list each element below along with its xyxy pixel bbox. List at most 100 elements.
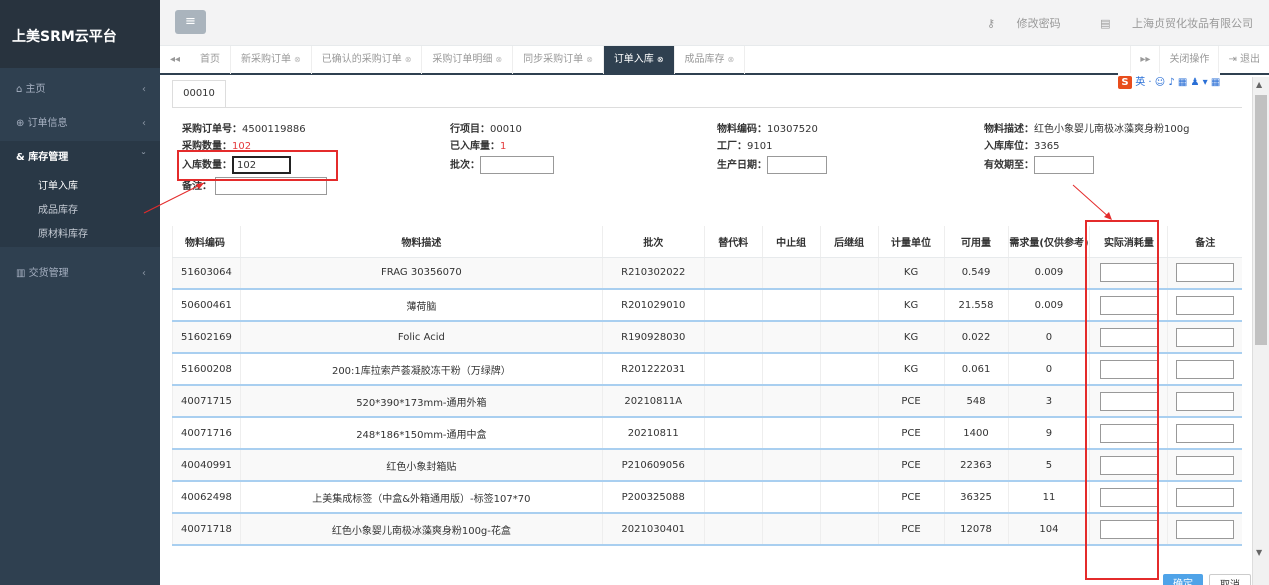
tab-right-controls: ▸▸ 关闭操作 ⇥ 退出 bbox=[1130, 46, 1269, 74]
table-cell: 0 bbox=[1007, 321, 1090, 354]
card-icon: ▤ bbox=[1100, 17, 1114, 30]
close-icon[interactable]: ⊗ bbox=[728, 55, 735, 64]
chevron-left-icon: ‹ bbox=[142, 268, 146, 279]
table-cell: 51602169 bbox=[172, 321, 241, 354]
close-icon[interactable]: ⊗ bbox=[586, 55, 593, 64]
col-remark: 备注 bbox=[1167, 226, 1242, 258]
table-cell: 20210811A bbox=[601, 385, 705, 418]
table-cell: 0.009 bbox=[1007, 289, 1090, 322]
batch-input[interactable] bbox=[480, 156, 554, 174]
table-row: 50600461 薄荷脑 R201029010 KG 21.558 0.009 bbox=[172, 289, 1242, 322]
table-row: 51603064 FRAG 30356070 R210302022 KG 0.549 0.… bbox=[172, 257, 1242, 290]
chevron-down-icon: ˇ bbox=[141, 152, 146, 163]
tab-new-po[interactable]: 新采购订单 ⊗ bbox=[231, 46, 312, 74]
scrollbar-thumb[interactable] bbox=[1255, 95, 1267, 345]
row-remark-input[interactable] bbox=[1176, 423, 1235, 443]
table-row: 40071718 红色小象婴儿南极冰藻爽身粉100g-花盒 2021030401 PC… bbox=[172, 513, 1242, 546]
content-scrollbar[interactable]: ▲ ▼ bbox=[1252, 77, 1269, 585]
confirm-button[interactable]: 确定 bbox=[1163, 574, 1203, 585]
row-remark-input[interactable] bbox=[1176, 327, 1235, 347]
table-cell: PCE bbox=[877, 513, 945, 546]
menu-toggle-button[interactable]: ≡ bbox=[175, 10, 206, 34]
table-cell: 200:1库拉索芦荟凝胶冻干粉（万绿牌） bbox=[239, 353, 603, 386]
table-cell: P210609056 bbox=[601, 449, 705, 482]
table-cell bbox=[1167, 513, 1242, 546]
tab-scroll-left-button[interactable]: ◂◂ bbox=[170, 54, 180, 65]
highlight-box-actual-consumption bbox=[1085, 220, 1159, 580]
col-stop-group: 中止组 bbox=[761, 226, 821, 258]
table-cell bbox=[1167, 321, 1242, 354]
scroll-down-icon[interactable]: ▼ bbox=[1256, 548, 1262, 557]
close-icon[interactable]: ⊗ bbox=[657, 55, 664, 64]
table-cell bbox=[1167, 257, 1242, 290]
table-cell: 9 bbox=[1007, 417, 1090, 450]
chart-icon: ▥ bbox=[16, 268, 29, 279]
sidebar-subitem-raw-stock[interactable]: 原材料库存 bbox=[0, 223, 160, 247]
table-row: 51600208 200:1库拉索芦荟凝胶冻干粉（万绿牌） R201222031 KG… bbox=[172, 353, 1242, 386]
table-cell bbox=[703, 513, 763, 546]
table-cell bbox=[819, 449, 879, 482]
plant-field: 工厂：9101 bbox=[717, 141, 773, 152]
sidebar-item-inventory[interactable]: & 库存管理 ˇ bbox=[0, 141, 160, 175]
row-remark-input[interactable] bbox=[1176, 455, 1235, 475]
tab-sync-po[interactable]: 同步采购订单 ⊗ bbox=[513, 46, 604, 74]
table-cell: 51603064 bbox=[172, 257, 241, 290]
change-password-link[interactable]: ⚷ 修改密码 bbox=[969, 17, 1061, 30]
table-cell: 548 bbox=[943, 385, 1008, 418]
sidebar-subitem-order-inbound[interactable]: 订单入库 bbox=[0, 175, 160, 199]
production-date-input[interactable] bbox=[767, 156, 827, 174]
table-cell bbox=[819, 385, 879, 418]
table-cell bbox=[819, 481, 879, 514]
sidebar-item-home[interactable]: ⌂ 主页 ‹ bbox=[0, 73, 160, 107]
table-cell bbox=[1167, 481, 1242, 514]
material-code-field: 物料编码：10307520 bbox=[717, 124, 818, 135]
line-item-tab[interactable]: 00010 bbox=[172, 80, 226, 108]
close-icon[interactable]: ⊗ bbox=[405, 55, 412, 64]
sogou-icon: S bbox=[1118, 76, 1132, 89]
close-operations-button[interactable]: 关闭操作 bbox=[1159, 46, 1218, 74]
close-icon[interactable]: ⊗ bbox=[294, 55, 301, 64]
sidebar-item-delivery[interactable]: ▥ 交货管理 ‹ bbox=[0, 257, 160, 291]
tab-po-details[interactable]: 采购订单明细 ⊗ bbox=[422, 46, 514, 74]
row-remark-input[interactable] bbox=[1176, 263, 1235, 283]
table-cell: 104 bbox=[1007, 513, 1090, 546]
logout-button[interactable]: ⇥ 退出 bbox=[1218, 46, 1269, 74]
row-remark-input[interactable] bbox=[1176, 359, 1235, 379]
table-cell: Folic Acid bbox=[239, 321, 603, 354]
col-required: 需求量(仅供参考) bbox=[1007, 226, 1090, 258]
tab-finished-stock[interactable]: 成品库存 ⊗ bbox=[675, 46, 746, 74]
app-title: 上美SRM云平台 bbox=[0, 0, 160, 68]
annotation-arrow-right bbox=[1072, 184, 1112, 220]
table-row: 40071716 248*186*150mm-通用中盒 20210811 PCE 140… bbox=[172, 417, 1242, 450]
tab-home[interactable]: 首页 bbox=[190, 46, 231, 74]
sidebar-subitem-finished-stock[interactable]: 成品库存 bbox=[0, 199, 160, 223]
expiry-date-field: 有效期至： bbox=[984, 155, 1252, 176]
sidebar-item-orders[interactable]: ⊕ 订单信息 ‹ bbox=[0, 107, 160, 141]
tab-confirmed-po[interactable]: 已确认的采购订单 ⊗ bbox=[312, 46, 423, 74]
expiry-date-input[interactable] bbox=[1034, 156, 1094, 174]
table-cell: 红色小象婴儿南极冰藻爽身粉100g-花盒 bbox=[239, 513, 603, 546]
row-remark-input[interactable] bbox=[1176, 487, 1235, 507]
ime-toolbar[interactable]: S 英 ‧ ☺ ♪ ▦ ♟ ▾ ▦ bbox=[1118, 73, 1221, 89]
table-cell: R201029010 bbox=[601, 289, 705, 322]
table-cell bbox=[819, 289, 879, 322]
row-remark-input[interactable] bbox=[1176, 295, 1235, 315]
cancel-button[interactable]: 取消 bbox=[1209, 574, 1251, 585]
table-cell bbox=[819, 321, 879, 354]
table-cell bbox=[703, 353, 763, 386]
close-icon[interactable]: ⊗ bbox=[495, 55, 502, 64]
scroll-up-icon[interactable]: ▲ bbox=[1256, 80, 1262, 89]
table-cell: 0.061 bbox=[943, 353, 1008, 386]
table-cell bbox=[703, 449, 763, 482]
row-remark-input[interactable] bbox=[1176, 519, 1235, 539]
row-remark-input[interactable] bbox=[1176, 391, 1235, 411]
table-cell: 50600461 bbox=[172, 289, 241, 322]
tab-order-inbound[interactable]: 订单入库 ⊗ bbox=[603, 46, 675, 74]
table-cell: 5 bbox=[1007, 449, 1090, 482]
tab-scroll-right-button[interactable]: ▸▸ bbox=[1130, 46, 1159, 74]
table-cell: 薄荷脑 bbox=[239, 289, 603, 322]
table-cell: PCE bbox=[877, 417, 945, 450]
table-cell: R190928030 bbox=[601, 321, 705, 354]
bom-table: 物料编码 物料描述 批次 替代料 中止组 后继组 计量单位 可用量 需求量(仅供… bbox=[172, 226, 1242, 546]
table-cell bbox=[819, 353, 879, 386]
